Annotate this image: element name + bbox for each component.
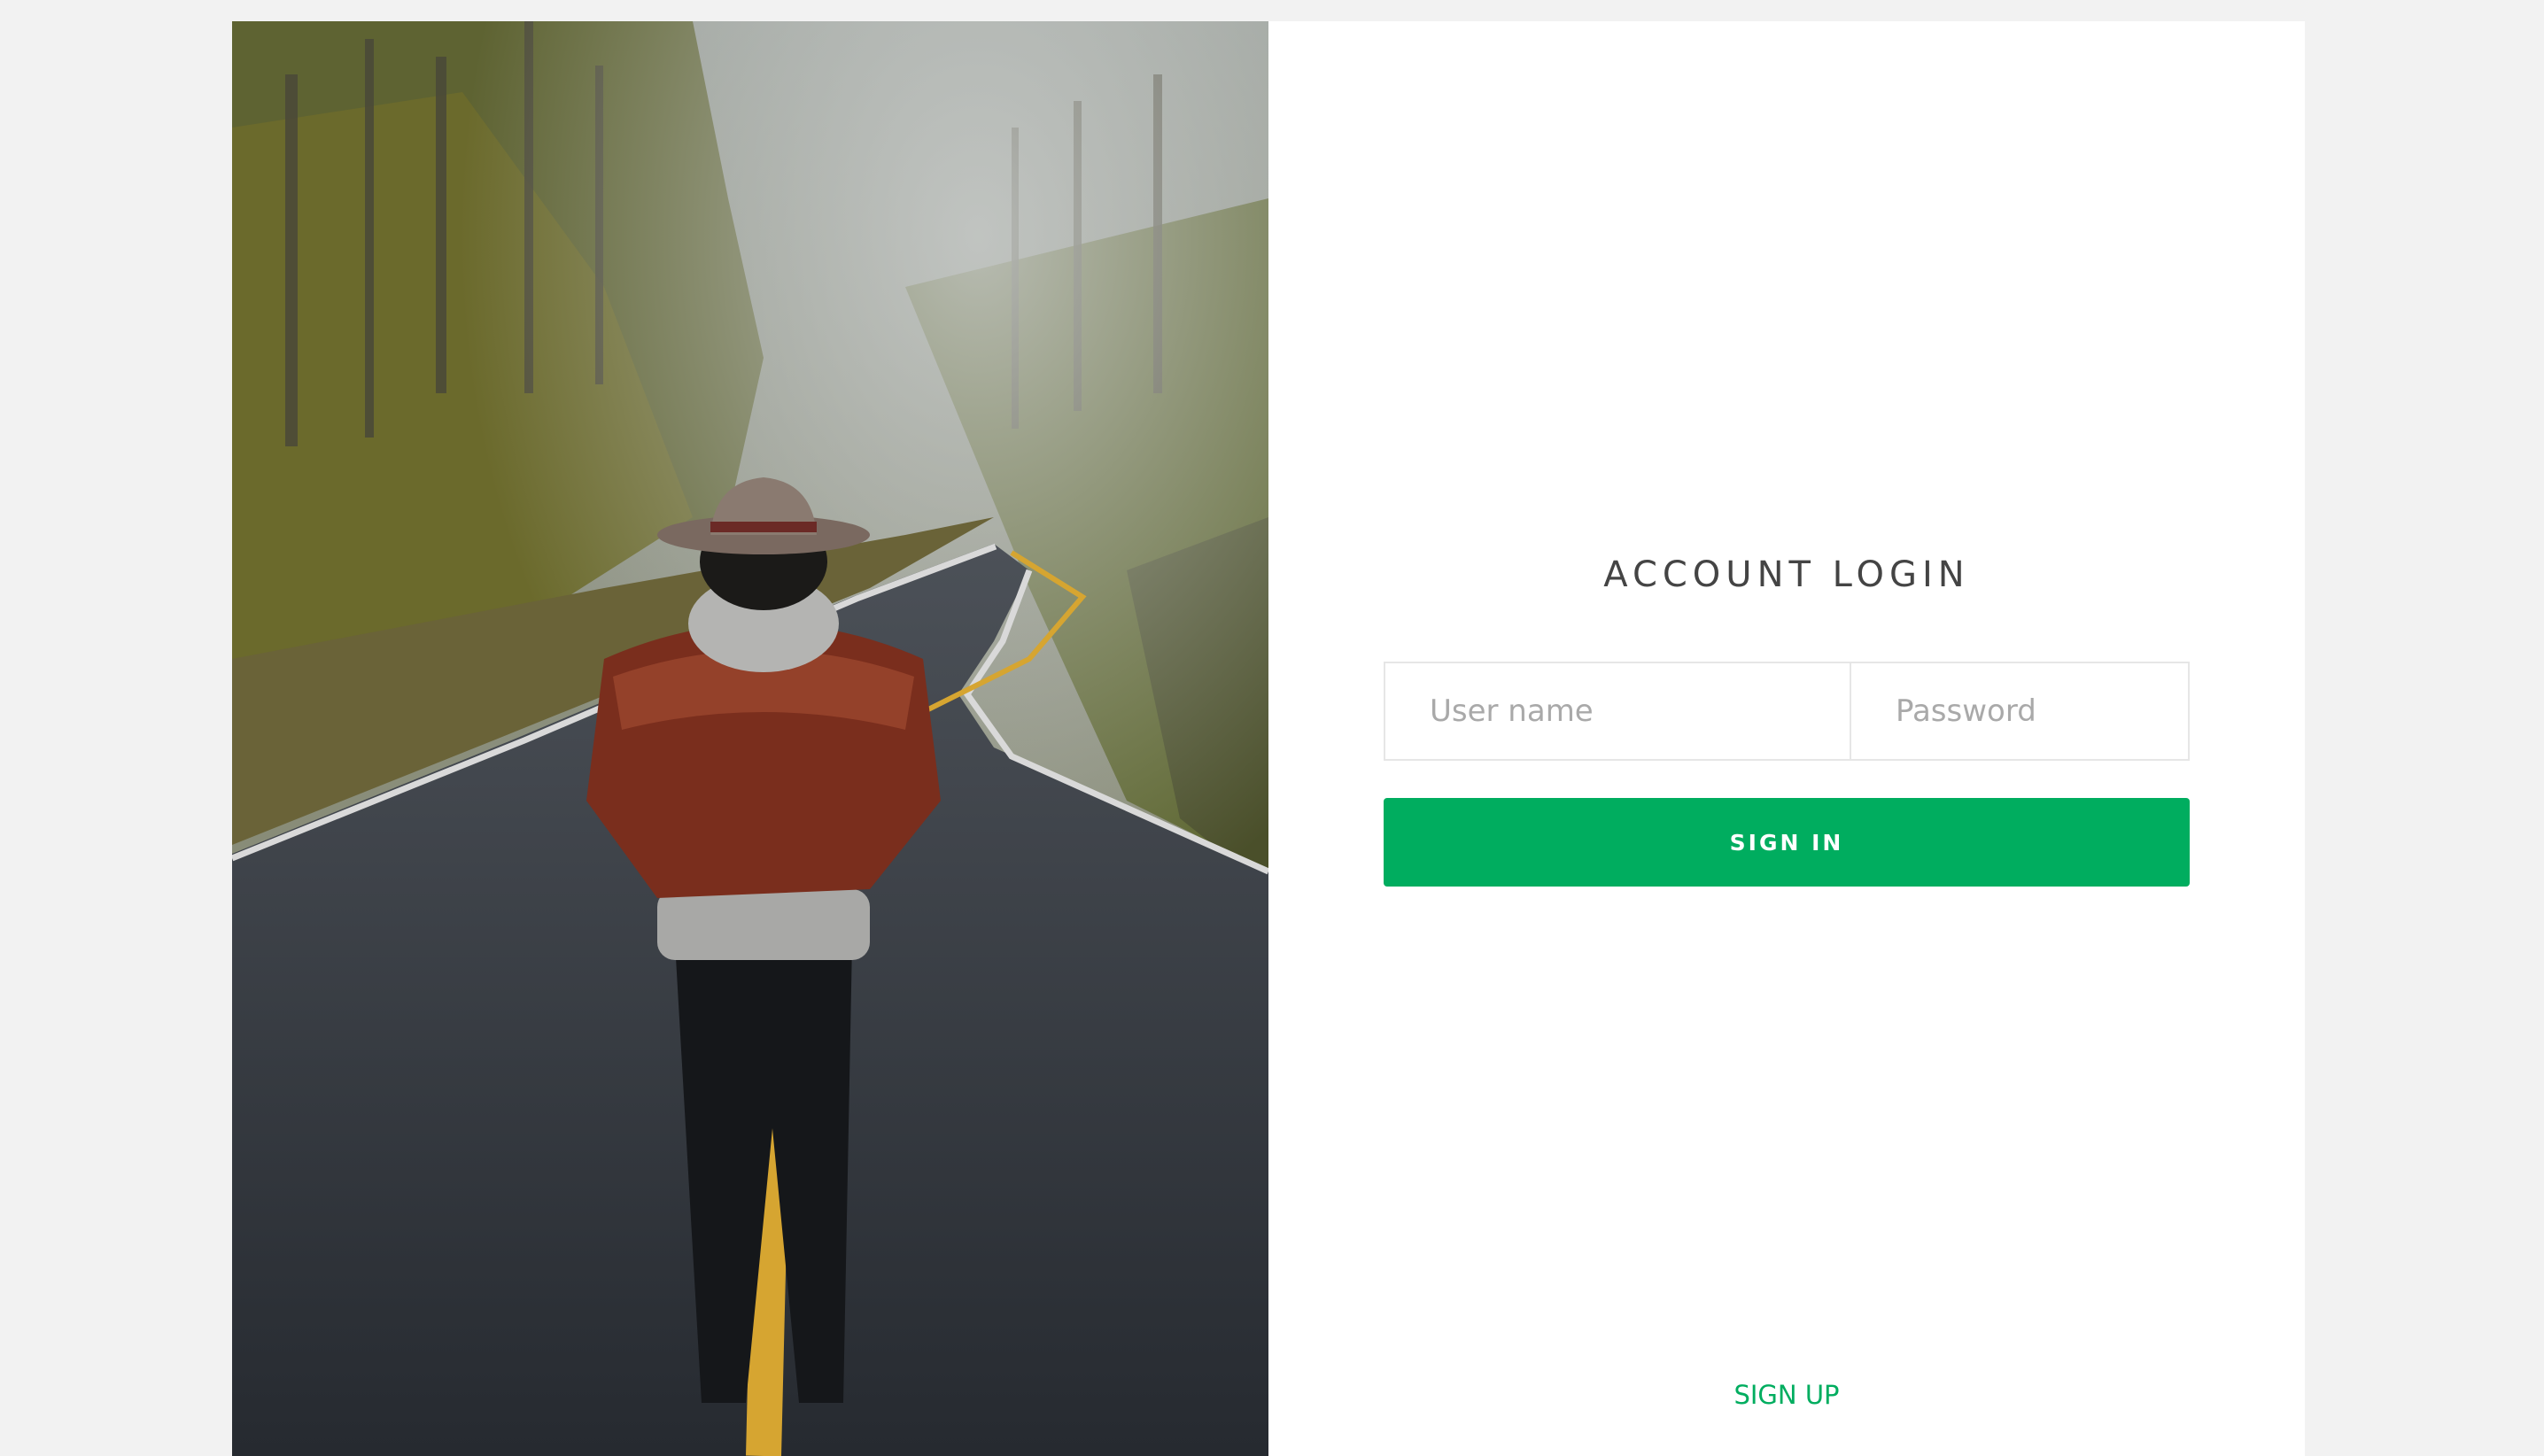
password-input[interactable] xyxy=(1850,663,2315,759)
hero-image xyxy=(232,21,1268,1456)
login-panel: ACCOUNT LOGIN SIGN IN SIGN UP xyxy=(1268,21,2315,1456)
login-card: ACCOUNT LOGIN SIGN IN SIGN UP xyxy=(232,21,2315,1456)
page-title: ACCOUNT LOGIN xyxy=(1603,554,1970,595)
sign-up-link[interactable]: SIGN UP xyxy=(1268,1380,2305,1410)
username-input[interactable] xyxy=(1385,663,1850,759)
sign-in-button[interactable]: SIGN IN xyxy=(1384,798,2190,887)
credentials-row xyxy=(1384,662,2315,761)
forest-road-photo xyxy=(232,21,1268,1456)
